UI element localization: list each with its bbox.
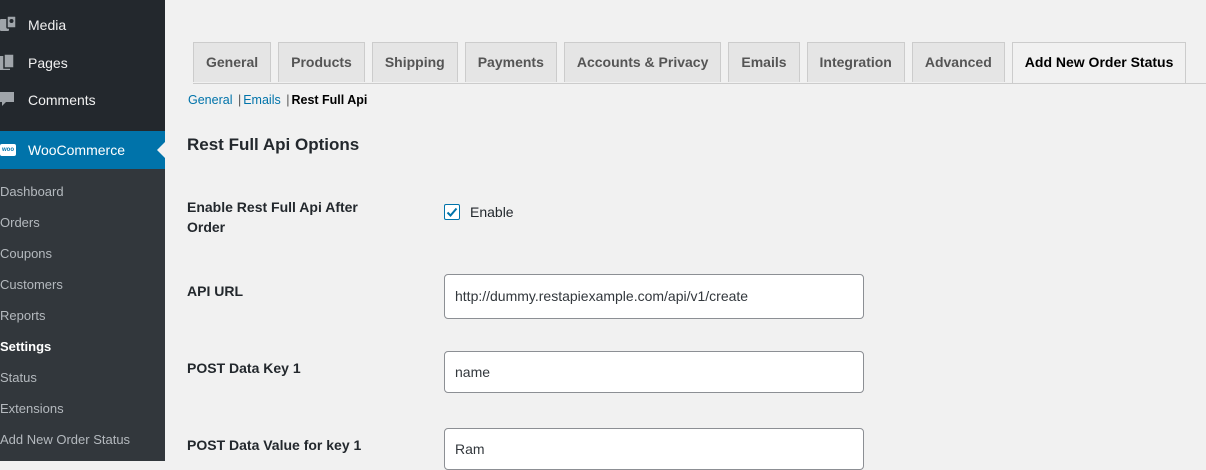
tab-integration[interactable]: Integration (806, 42, 905, 82)
tab-products[interactable]: Products (278, 42, 365, 82)
menu-item-woocommerce[interactable]: woo WooCommerce (0, 131, 165, 169)
main-content: General Products Shipping Payments Accounts … (165, 0, 1206, 470)
menu-item-comments[interactable]: Comments (0, 82, 165, 118)
tab-advanced[interactable]: Advanced (911, 42, 1005, 82)
enable-checkbox-label: Enable (470, 204, 514, 220)
menu-item-label: Pages (28, 55, 68, 71)
submenu-item-status[interactable]: Status (0, 366, 37, 390)
subnav-link-emails[interactable]: Emails (243, 93, 281, 107)
post-data-key-1-label: POST Data Key 1 (187, 360, 301, 376)
tab-accounts-privacy[interactable]: Accounts & Privacy (563, 42, 722, 82)
menu-item-label: Comments (28, 92, 96, 108)
post-data-key-1-input[interactable] (444, 351, 864, 393)
api-url-input[interactable] (444, 274, 864, 319)
woocommerce-submenu: Dashboard Orders Coupons Customers Reports Se… (0, 169, 165, 461)
submenu-item-customers[interactable]: Customers (0, 273, 63, 297)
enable-checkbox[interactable] (444, 204, 460, 220)
submenu-item-reports[interactable]: Reports (0, 304, 46, 328)
tab-general[interactable]: General (193, 42, 272, 82)
media-icon (0, 15, 28, 35)
enable-checkbox-wrapper[interactable]: Enable (444, 204, 514, 220)
woocommerce-logo: woo (0, 144, 16, 156)
checkmark-icon (446, 207, 458, 217)
api-url-label: API URL (187, 283, 243, 299)
menu-item-media[interactable]: Media (0, 7, 165, 43)
menu-item-label: Media (28, 17, 67, 33)
comments-icon (0, 90, 28, 110)
section-subnav: General | Emails | Rest Full Api (188, 93, 367, 107)
subnav-separator: | (237, 93, 242, 107)
woocommerce-icon: woo (0, 140, 28, 160)
admin-sidebar: Media Pages Comments woo WooCommerce Das… (0, 0, 165, 461)
submenu-item-coupons[interactable]: Coupons (0, 242, 52, 266)
subnav-link-general[interactable]: General (188, 93, 232, 107)
submenu-item-extensions[interactable]: Extensions (0, 397, 64, 421)
pages-icon (0, 53, 28, 73)
subnav-current-rest-full-api: Rest Full Api (291, 93, 368, 107)
submenu-item-dashboard[interactable]: Dashboard (0, 180, 64, 204)
enable-rest-api-label: Enable Rest Full Api After Order (187, 199, 358, 235)
settings-tabs: General Products Shipping Payments Accounts … (193, 42, 1193, 84)
submenu-item-add-new-order-status[interactable]: Add New Order Status (0, 428, 130, 452)
current-menu-arrow (157, 142, 165, 158)
tab-shipping[interactable]: Shipping (371, 42, 458, 82)
menu-item-label: WooCommerce (28, 142, 125, 158)
submenu-item-orders[interactable]: Orders (0, 211, 40, 235)
tab-add-new-order-status[interactable]: Add New Order Status (1011, 42, 1187, 84)
section-title: Rest Full Api Options (187, 135, 360, 154)
post-data-value-1-label: POST Data Value for key 1 (187, 437, 362, 453)
post-data-value-1-input[interactable] (444, 428, 864, 470)
tab-payments[interactable]: Payments (464, 42, 557, 82)
tab-emails[interactable]: Emails (728, 42, 800, 82)
tabs-divider (193, 83, 1206, 84)
menu-item-pages[interactable]: Pages (0, 45, 165, 81)
submenu-item-settings[interactable]: Settings (0, 335, 51, 359)
subnav-separator: | (286, 93, 290, 107)
